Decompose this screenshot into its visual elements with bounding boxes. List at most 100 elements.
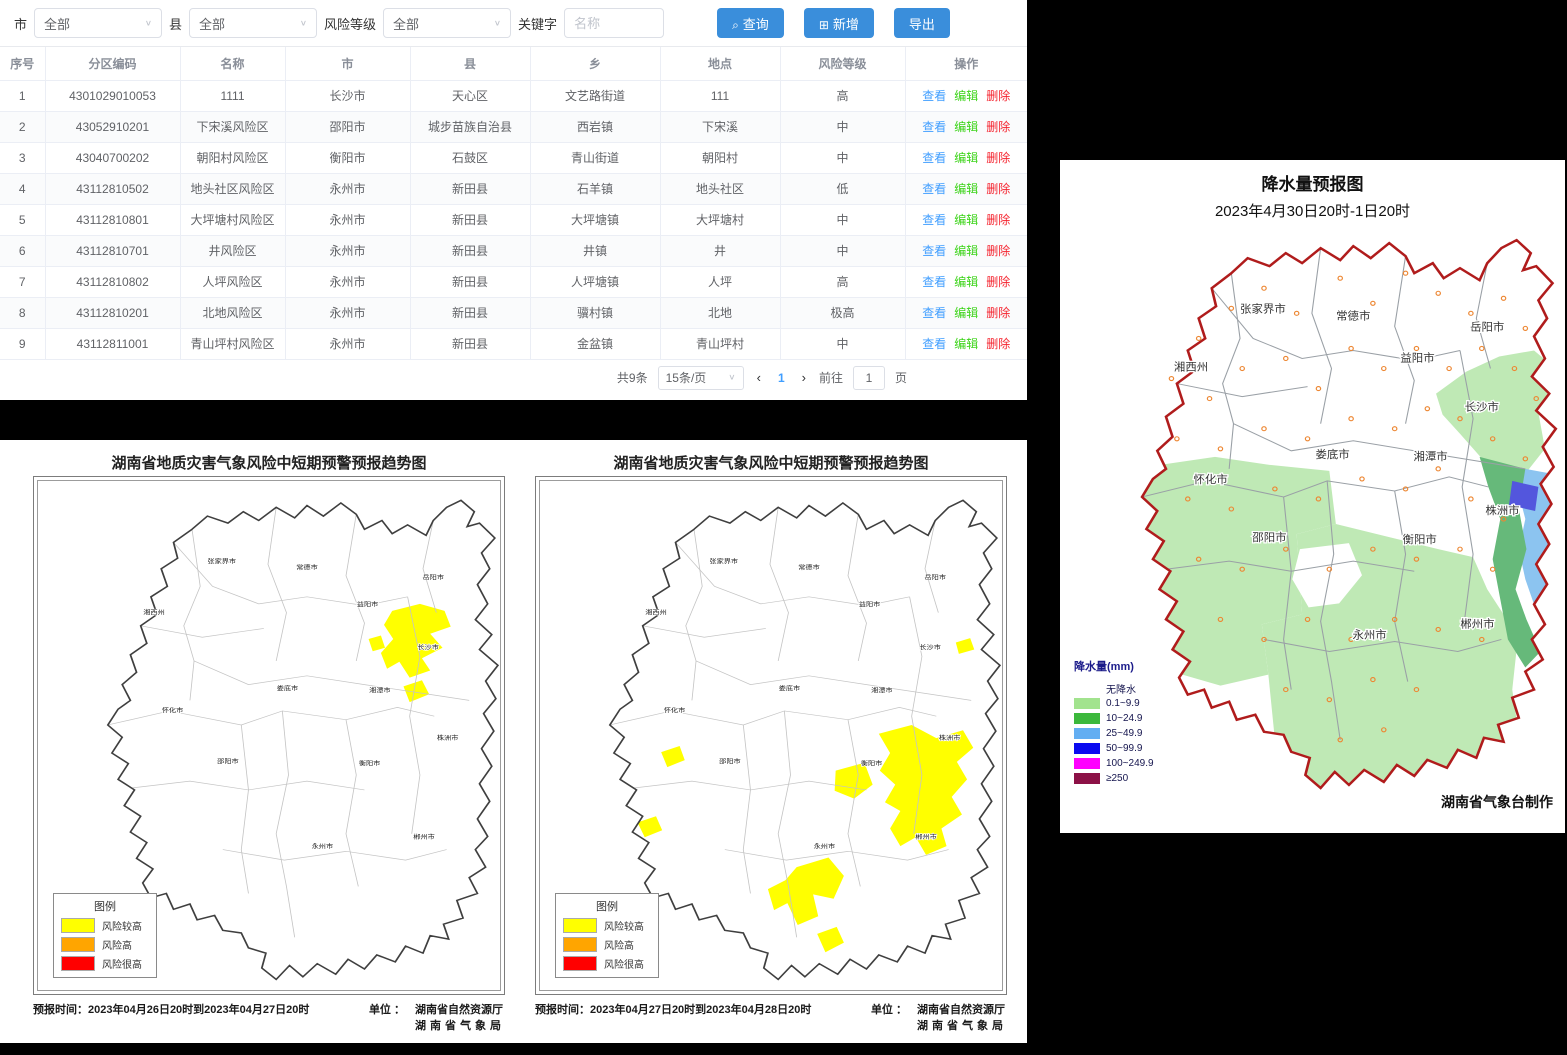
precip-title: 降水量预报图 [1060,160,1565,195]
trend-map-2-title: 湖南省地质灾害气象风险中短期预警预报趋势图 [535,452,1007,476]
delete-link[interactable]: 删除 [986,182,1010,196]
col-header: 地点 [660,47,780,80]
svg-text:岳阳市: 岳阳市 [1470,320,1504,333]
edit-link[interactable]: 编辑 [954,120,978,134]
legend-swatch [563,956,597,971]
county-filter-label: 县 [169,14,182,33]
delete-link[interactable]: 删除 [986,151,1010,165]
delete-link[interactable]: 删除 [986,244,1010,258]
svg-text:湘西州: 湘西州 [645,608,667,616]
legend-swatch [563,937,597,952]
svg-text:张家界市: 张家界市 [207,557,236,565]
table-row: 643112810701井风险区永州市新田县井镇井中查看编辑删除 [0,235,1027,266]
view-link[interactable]: 查看 [922,275,946,289]
svg-text:长沙市: 长沙市 [417,643,439,651]
svg-text:永州市: 永州市 [1352,628,1386,641]
keyword-input[interactable] [564,8,664,38]
view-link[interactable]: 查看 [922,120,946,134]
svg-text:长沙市: 长沙市 [1465,400,1499,413]
forecast-time: 预报时间：2023年04月26日20时到2023年04月27日20时 [33,1001,309,1033]
svg-text:湘潭市: 湘潭市 [369,686,391,694]
prev-page-button[interactable]: ‹ [754,370,764,385]
unit-line2: 湖南省气象局 [917,1020,1007,1032]
keyword-filter-label: 关键字 [518,14,557,33]
edit-link[interactable]: 编辑 [954,213,978,227]
legend-swatch [1074,773,1100,784]
edit-link[interactable]: 编辑 [954,244,978,258]
col-header: 县 [410,47,530,80]
legend-title: 图例 [563,898,651,914]
delete-link[interactable]: 删除 [986,337,1010,351]
svg-text:郴州市: 郴州市 [413,833,435,841]
precip-forecast-panel: 降水量预报图 2023年4月30日20时-1日20时 湘西州张家界市常德市岳阳市… [1060,160,1565,833]
svg-text:常德市: 常德市 [1336,309,1370,322]
legend-swatch [563,918,597,933]
col-header: 序号 [0,47,45,80]
table-row: 443112810502地头社区风险区永州市新田县石羊镇地头社区低查看编辑删除 [0,173,1027,204]
svg-text:怀化市: 怀化市 [162,706,184,714]
trend-map-1-title: 湖南省地质灾害气象风险中短期预警预报趋势图 [33,452,505,476]
view-link[interactable]: 查看 [922,337,946,351]
view-link[interactable]: 查看 [922,213,946,227]
view-link[interactable]: 查看 [922,306,946,320]
risk-legend: 图例 风险较高 风险高 风险很高 [555,893,659,978]
svg-text:株洲市: 株洲市 [1485,503,1519,516]
county-filter-select[interactable]: 全部∨ [189,8,317,38]
risk-level-filter-label: 风险等级 [324,14,376,33]
delete-link[interactable]: 删除 [986,120,1010,134]
svg-text:张家界市: 张家界市 [1240,302,1286,315]
svg-text:郴州市: 郴州市 [1460,617,1494,630]
svg-text:湘西州: 湘西州 [1174,360,1208,373]
plus-box-icon: ⊞ [819,18,829,32]
legend-swatch [1074,728,1100,739]
delete-link[interactable]: 删除 [986,306,1010,320]
edit-link[interactable]: 编辑 [954,151,978,165]
edit-link[interactable]: 编辑 [954,275,978,289]
delete-link[interactable]: 删除 [986,213,1010,227]
svg-text:长沙市: 长沙市 [919,643,941,651]
delete-link[interactable]: 删除 [986,89,1010,103]
risk-level-filter-select[interactable]: 全部∨ [383,8,511,38]
col-header: 分区编码 [45,47,180,80]
svg-text:岳阳市: 岳阳市 [422,573,444,581]
svg-text:张家界市: 张家界市 [709,557,738,565]
export-button[interactable]: 导出 [894,8,950,38]
legend-swatch [61,956,95,971]
add-button[interactable]: ⊞新增 [804,8,874,38]
legend-swatch [61,937,95,952]
search-button[interactable]: ⌕查询 [717,8,784,38]
svg-text:湘潭市: 湘潭市 [1413,449,1447,462]
risk-legend: 图例 风险较高 风险高 风险很高 [53,893,157,978]
table-row: 543112810801大坪塘村风险区永州市新田县大坪塘镇大坪塘村中查看编辑删除 [0,204,1027,235]
svg-text:株洲市: 株洲市 [939,733,961,741]
col-header: 风险等级 [780,47,905,80]
edit-link[interactable]: 编辑 [954,182,978,196]
current-page[interactable]: 1 [774,371,789,385]
svg-text:益阳市: 益阳市 [859,600,881,608]
view-link[interactable]: 查看 [922,182,946,196]
unit-line2: 湖南省气象局 [415,1020,505,1032]
view-link[interactable]: 查看 [922,89,946,103]
goto-page-input[interactable] [853,366,885,390]
view-link[interactable]: 查看 [922,151,946,165]
edit-link[interactable]: 编辑 [954,337,978,351]
next-page-button[interactable]: › [799,370,809,385]
view-link[interactable]: 查看 [922,244,946,258]
legend-swatch [1074,698,1100,709]
svg-text:衡阳市: 衡阳市 [861,759,883,767]
svg-text:郴州市: 郴州市 [915,833,937,841]
col-header: 市 [285,47,410,80]
edit-link[interactable]: 编辑 [954,89,978,103]
delete-link[interactable]: 删除 [986,275,1010,289]
filter-bar: 市 全部∨ 县 全部∨ 风险等级 全部∨ 关键字 ⌕查询 ⊞新增 导出 [0,0,1027,47]
precip-legend: 降水量(mm) 无降水 0.1~9.9 10~24.9 25~49.9 50~9… [1074,658,1154,786]
map-credit: 湖南省气象台制作 [1441,792,1553,812]
legend-swatch [1074,758,1100,769]
page-size-select[interactable]: 15条/页∨ [658,366,744,390]
col-header: 名称 [180,47,285,80]
edit-link[interactable]: 编辑 [954,306,978,320]
city-filter-select[interactable]: 全部∨ [34,8,162,38]
legend-title: 图例 [61,898,149,914]
table-row: 743112810802人坪风险区永州市新田县人坪塘镇人坪高查看编辑删除 [0,266,1027,297]
legend-swatch [1074,713,1100,724]
